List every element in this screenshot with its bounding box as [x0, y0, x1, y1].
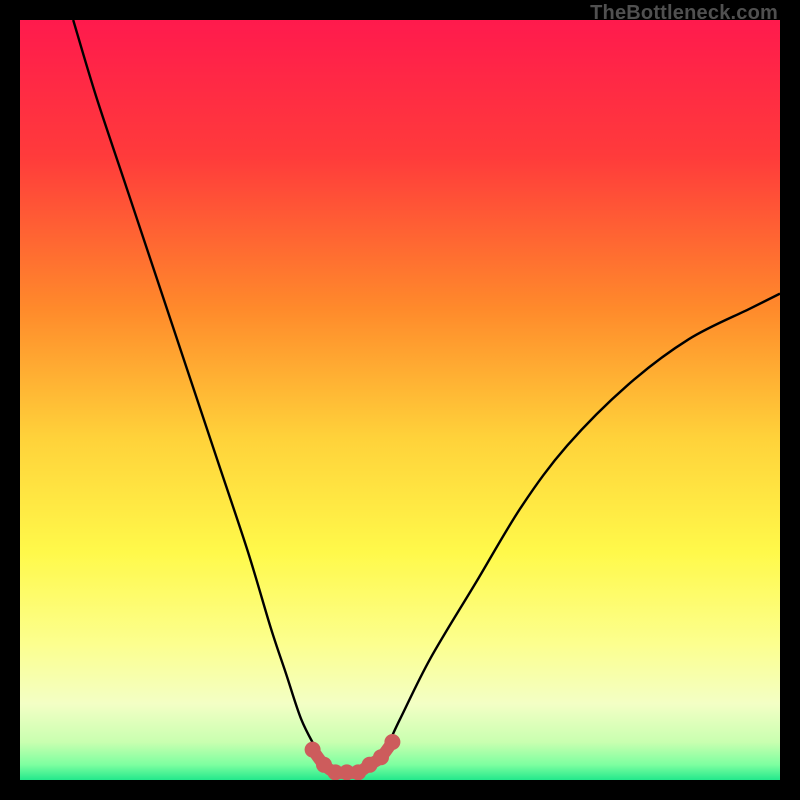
- marker-dot: [384, 734, 400, 750]
- bottleneck-curve: [73, 20, 780, 773]
- plot-area: [20, 20, 780, 780]
- marker-dot: [305, 742, 321, 758]
- marker-dot: [373, 749, 389, 765]
- curve-layer: [20, 20, 780, 780]
- chart-frame: TheBottleneck.com: [0, 0, 800, 800]
